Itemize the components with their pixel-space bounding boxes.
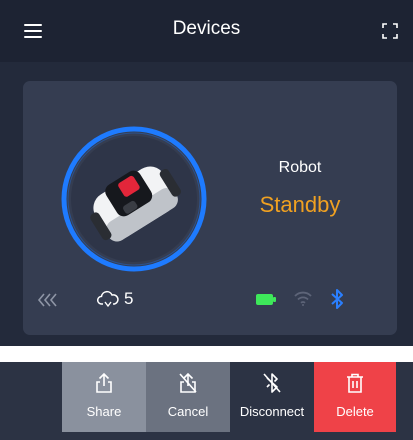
cancel-label: Cancel xyxy=(167,404,209,419)
double-chevron-left-icon[interactable] xyxy=(37,292,59,308)
device-status: Standby xyxy=(259,192,341,217)
disconnect-button[interactable]: Disconnect xyxy=(230,362,314,432)
device-status-bar: 5 xyxy=(23,286,397,316)
page-title: Devices xyxy=(172,18,241,39)
battery-icon xyxy=(256,294,276,305)
fullscreen-icon[interactable] xyxy=(382,23,398,39)
delete-label: Delete xyxy=(336,404,374,419)
cancel-button[interactable]: Cancel xyxy=(146,362,230,432)
trash-icon xyxy=(347,373,363,393)
cancel-share-icon xyxy=(179,372,197,393)
share-label: Share xyxy=(86,404,122,419)
devices-screen: Devices Robot Standby 5 xyxy=(0,0,413,346)
cloud-icon xyxy=(97,290,119,308)
device-name: Robot xyxy=(278,159,322,176)
bluetooth-icon[interactable] xyxy=(330,288,344,310)
robot-mower-image xyxy=(61,126,207,272)
device-action-bar: Share Cancel Disconnect Delete xyxy=(0,362,413,440)
top-bar: Devices xyxy=(0,0,413,62)
bluetooth-off-icon xyxy=(263,373,281,393)
delete-button[interactable]: Delete xyxy=(314,362,396,432)
disconnect-label: Disconnect xyxy=(239,404,305,419)
device-card[interactable]: Robot Standby 5 xyxy=(23,81,397,335)
share-icon xyxy=(96,372,112,393)
share-button[interactable]: Share xyxy=(62,362,146,432)
wifi-icon xyxy=(294,291,312,306)
section-divider xyxy=(0,346,413,349)
cloud-count: 5 xyxy=(124,289,134,308)
